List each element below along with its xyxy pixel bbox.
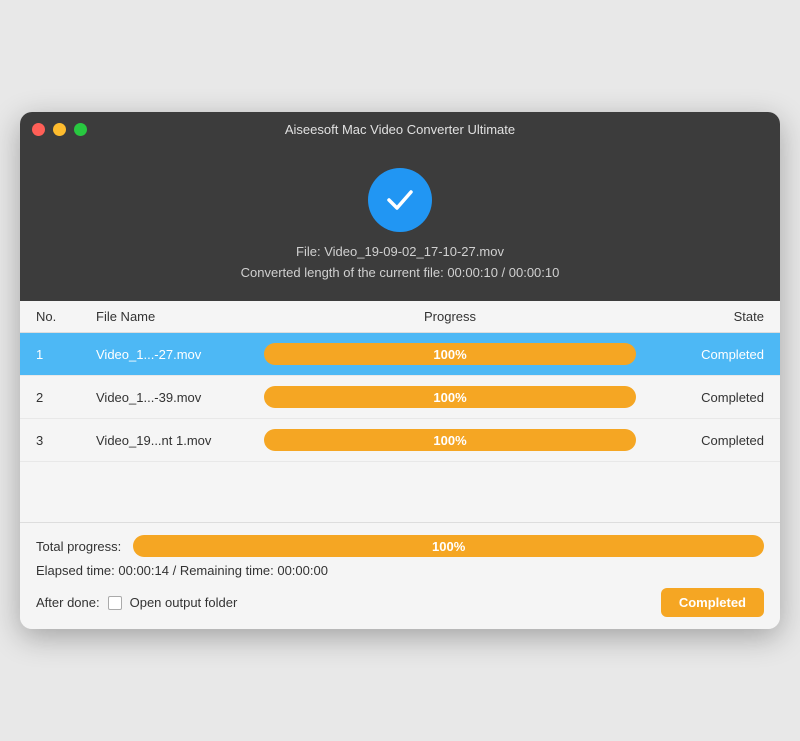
row-progress-container: 100% — [256, 386, 644, 408]
col-progress: Progress — [256, 309, 644, 324]
row-filename: Video_19...nt 1.mov — [96, 433, 256, 448]
elapsed-row: Elapsed time: 00:00:14 / Remaining time:… — [36, 563, 764, 578]
total-progress-label: Total progress: — [36, 539, 121, 554]
file-line2: Converted length of the current file: 00… — [241, 263, 560, 284]
row-no: 1 — [36, 347, 96, 362]
progress-bar: 100% — [264, 429, 636, 451]
header-section: File: Video_19-09-02_17-10-27.mov Conver… — [20, 148, 780, 302]
row-filename: Video_1...-27.mov — [96, 347, 256, 362]
traffic-lights — [32, 123, 87, 136]
checkmark-circle — [368, 168, 432, 232]
total-progress-row: Total progress: 100% — [36, 535, 764, 557]
row-no: 3 — [36, 433, 96, 448]
total-progress-bar: 100% — [133, 535, 764, 557]
minimize-button[interactable] — [53, 123, 66, 136]
close-button[interactable] — [32, 123, 45, 136]
footer: Total progress: 100% Elapsed time: 00:00… — [20, 522, 780, 629]
file-info: File: Video_19-09-02_17-10-27.mov Conver… — [241, 242, 560, 284]
row-progress-container: 100% — [256, 429, 644, 451]
title-bar: Aiseesoft Mac Video Converter Ultimate — [20, 112, 780, 148]
total-progress-value: 100% — [432, 539, 465, 554]
row-progress-container: 100% — [256, 343, 644, 365]
progress-label: 100% — [433, 347, 466, 362]
col-no: No. — [36, 309, 96, 324]
after-done-label: After done: — [36, 595, 100, 610]
progress-bar: 100% — [264, 343, 636, 365]
progress-bar: 100% — [264, 386, 636, 408]
after-done-left: After done: Open output folder — [36, 595, 237, 610]
completed-button[interactable]: Completed — [661, 588, 764, 617]
row-state: Completed — [644, 347, 764, 362]
table-section: No. File Name Progress State 1 Video_1..… — [20, 301, 780, 522]
maximize-button[interactable] — [74, 123, 87, 136]
file-line1: File: Video_19-09-02_17-10-27.mov — [241, 242, 560, 263]
table-row[interactable]: 3 Video_19...nt 1.mov 100% Completed — [20, 419, 780, 462]
col-filename: File Name — [96, 309, 256, 324]
col-state: State — [644, 309, 764, 324]
table-row[interactable]: 1 Video_1...-27.mov 100% Completed — [20, 333, 780, 376]
after-done-row: After done: Open output folder Completed — [36, 588, 764, 617]
window-title: Aiseesoft Mac Video Converter Ultimate — [285, 122, 515, 137]
table-spacer — [20, 462, 780, 522]
row-filename: Video_1...-39.mov — [96, 390, 256, 405]
row-state: Completed — [644, 433, 764, 448]
row-no: 2 — [36, 390, 96, 405]
table-row[interactable]: 2 Video_1...-39.mov 100% Completed — [20, 376, 780, 419]
main-window: Aiseesoft Mac Video Converter Ultimate F… — [20, 112, 780, 630]
checkmark-icon — [382, 182, 418, 218]
progress-label: 100% — [433, 433, 466, 448]
open-output-checkbox[interactable] — [108, 596, 122, 610]
progress-label: 100% — [433, 390, 466, 405]
row-state: Completed — [644, 390, 764, 405]
table-header: No. File Name Progress State — [20, 301, 780, 333]
open-output-label: Open output folder — [130, 595, 238, 610]
